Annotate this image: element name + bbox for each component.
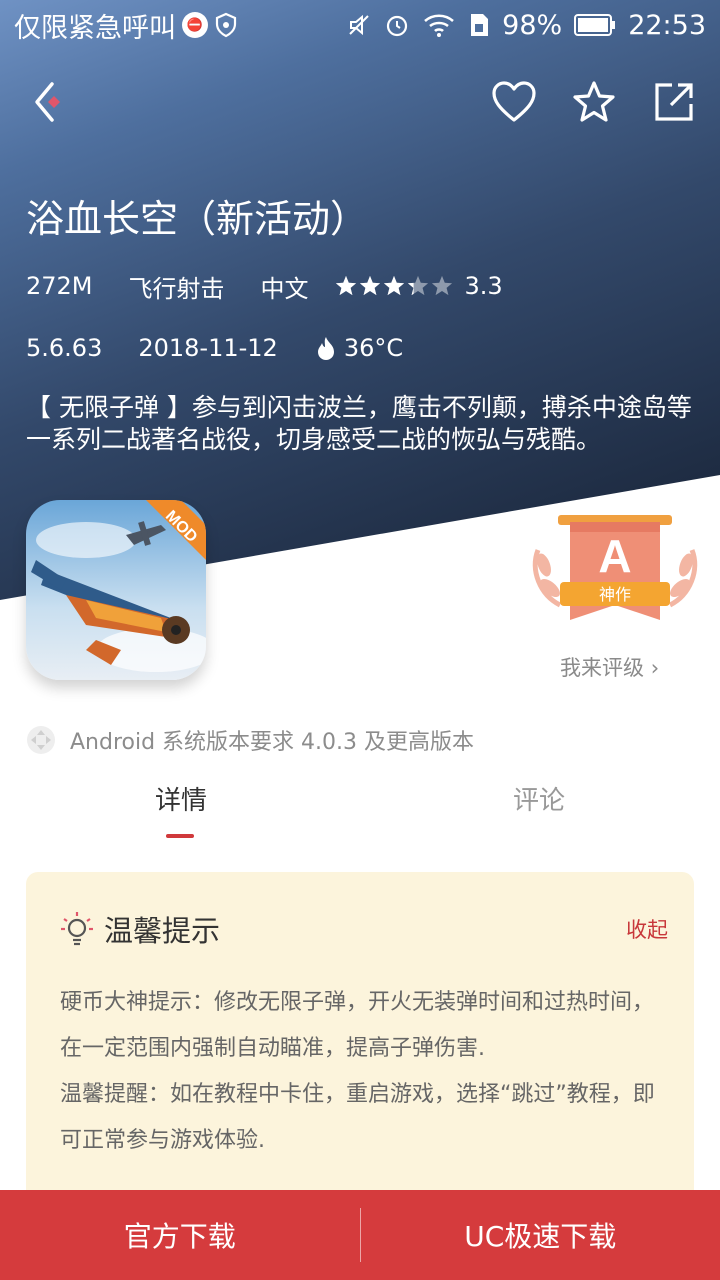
wifi-icon xyxy=(422,12,456,38)
battery-text: 98% xyxy=(502,9,563,41)
app-icon: MOD xyxy=(26,500,206,680)
collapse-button[interactable]: 收起 xyxy=(626,914,668,944)
nav-actions xyxy=(486,74,702,130)
app-date: 2018-11-12 xyxy=(138,334,278,362)
rating-value: 3.3 xyxy=(464,272,503,300)
app-language: 中文 xyxy=(260,274,309,303)
badge-grade: A xyxy=(598,530,631,582)
requirement-text: Android 系统版本要求 4.0.3 及更高版本 xyxy=(70,730,475,755)
clock-text: 22:53 xyxy=(628,9,706,41)
shield-icon xyxy=(214,12,238,38)
tips-card: 温馨提示 收起 硬币大神提示：修改无限子弹，开火无装弹时间和过热时间，在一定范围… xyxy=(26,872,694,1212)
android-requirement-icon xyxy=(27,726,55,754)
rating-star-icon xyxy=(407,275,428,296)
app-description: 【 无限子弹 】参与到闪击波兰，鹰击不列颠，搏杀中途岛等一系列二战著名战役，切身… xyxy=(26,393,692,454)
mute-icon xyxy=(346,12,372,38)
rating-stars xyxy=(335,275,453,297)
carrier-group: 仅限紧急呼叫 ⛔ xyxy=(14,6,238,45)
tips-title: 温馨提示 xyxy=(104,914,221,948)
like-button[interactable] xyxy=(486,74,542,130)
rating-star-icon xyxy=(431,275,452,296)
favorite-button[interactable] xyxy=(566,74,622,130)
tab-bar: 详情 评论 xyxy=(0,770,720,840)
uc-download-button[interactable]: UC极速下载 xyxy=(361,1190,720,1280)
app-size: 272M xyxy=(26,272,93,300)
grade-badge[interactable]: A 神作 xyxy=(530,510,700,635)
tips-line-2: 温馨提醒：如在教程中卡住，重启游戏，选择“跳过”教程，即可正常参与游戏体验. xyxy=(60,1082,655,1153)
app-title: 浴血长空（新活动） xyxy=(26,197,369,241)
badge-label: 神作 xyxy=(599,585,631,604)
alarm-icon xyxy=(384,12,410,38)
back-arrow-icon xyxy=(35,82,60,122)
rate-link[interactable]: 我来评级 › xyxy=(560,652,659,682)
temperature: 36°C xyxy=(314,334,403,362)
carrier-text: 仅限紧急呼叫 xyxy=(14,12,176,44)
app-meta-row-2: 5.6.63 2018-11-12 36°C xyxy=(26,330,403,366)
laurel-badge-icon: A 神作 xyxy=(532,515,698,620)
app-meta-row-1: 272M 飞行射击 中文 3.3 xyxy=(26,268,503,304)
lightbulb-icon xyxy=(61,912,93,946)
tips-header: 温馨提示 xyxy=(60,908,220,950)
system-requirement: Android 系统版本要求 4.0.3 及更高版本 xyxy=(26,724,474,756)
heart-icon xyxy=(492,81,536,122)
rating-star-icon xyxy=(359,275,380,296)
download-bar: 官方下载 UC极速下载 xyxy=(0,1190,720,1280)
back-button[interactable] xyxy=(22,74,78,130)
official-download-button[interactable]: 官方下载 xyxy=(0,1190,360,1280)
battery-icon xyxy=(574,13,616,37)
tips-line-1: 硬币大神提示：修改无限子弹，开火无装弹时间和过热时间，在一定范围内强制自动瞄准，… xyxy=(60,990,655,1061)
tips-body: 硬币大神提示：修改无限子弹，开火无装弹时间和过热时间，在一定范围内强制自动瞄准，… xyxy=(60,980,670,1164)
status-right: 98% 22:53 xyxy=(346,10,706,41)
tab-detail[interactable]: 详情 xyxy=(155,780,207,817)
rate-link-text: 我来评级 xyxy=(560,656,644,680)
app-category: 飞行射击 xyxy=(128,274,225,303)
emergency-icon: ⛔ xyxy=(182,12,208,38)
temperature-text: 36°C xyxy=(343,334,404,362)
chevron-right-icon: › xyxy=(650,656,660,680)
share-icon xyxy=(655,83,693,121)
flame-icon xyxy=(317,337,334,360)
rating-star-icon xyxy=(383,275,404,296)
star-icon xyxy=(573,81,615,122)
app-version: 5.6.63 xyxy=(26,334,103,362)
mod-ribbon: MOD xyxy=(146,500,206,560)
tab-active-indicator xyxy=(166,834,194,838)
tab-comment[interactable]: 评论 xyxy=(513,780,565,817)
nav-bar xyxy=(0,60,720,140)
status-bar: 仅限紧急呼叫 ⛔ 98% 22:53 xyxy=(0,0,720,50)
rating-star-icon xyxy=(335,275,356,296)
sim-icon xyxy=(468,12,490,38)
share-button[interactable] xyxy=(646,74,702,130)
